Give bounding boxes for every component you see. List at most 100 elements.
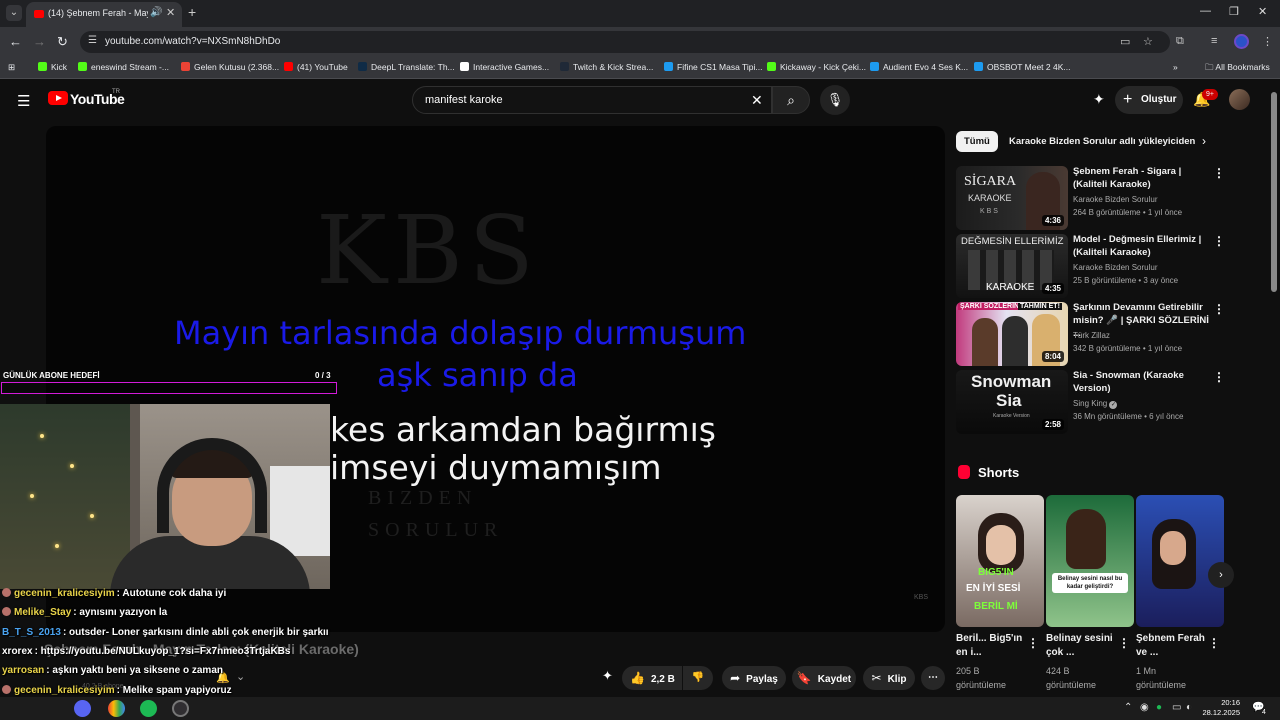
share-button[interactable]: ➦ Paylaş <box>722 666 786 690</box>
more-vertical-icon[interactable]: ⋮ <box>1213 166 1225 180</box>
all-bookmarks[interactable]: 🗀 All Bookmarks <box>1205 62 1270 76</box>
new-tab-icon[interactable]: + <box>188 4 196 20</box>
short-thumbnail[interactable]: BIG5'IN EN İYİ SESİ BERİL Mİ <box>956 495 1044 627</box>
tray-discord-icon[interactable]: ◉ <box>1140 702 1149 713</box>
forward-icon[interactable]: → <box>33 34 46 49</box>
tray-network-icon[interactable]: ▭ <box>1172 702 1181 713</box>
video-title[interactable]: Sia - Snowman (Karaoke Version) <box>1073 369 1213 395</box>
bookmarks-overflow-icon[interactable]: » <box>1173 62 1178 72</box>
shorts-heading-label: Shorts <box>978 465 1020 480</box>
window-close-icon[interactable]: ✕ <box>1258 5 1267 18</box>
more-vertical-icon[interactable]: ⋮ <box>1118 636 1130 650</box>
obs-app-icon[interactable] <box>172 700 189 717</box>
save-button[interactable]: 🔖 Kaydet <box>792 666 856 690</box>
search-input[interactable]: manifest karoke ✕ <box>412 86 772 114</box>
lyric-line-current-2: aşk sanıp da <box>377 356 578 394</box>
shorts-heading: Shorts <box>958 465 1019 480</box>
extensions-icon[interactable]: ⧉ <box>1176 35 1184 48</box>
discord-app-icon[interactable] <box>74 700 91 717</box>
more-vertical-icon[interactable]: ⋮ <box>1027 636 1039 650</box>
avatar[interactable] <box>1229 89 1250 110</box>
bookmark-item[interactable]: DeepL Translate: Th... <box>358 62 455 72</box>
bookmark-item[interactable]: Fifine CS1 Masa Tipi... <box>664 62 763 72</box>
tray-volume-icon[interactable]: ◐ <box>1186 702 1192 713</box>
chrome-app-icon[interactable] <box>108 700 125 717</box>
speaker-icon[interactable]: 🔊 <box>150 7 162 18</box>
thumb-text: BERİL Mİ <box>974 601 1018 612</box>
bookmark-item[interactable]: Kick <box>38 62 67 72</box>
close-tab-icon[interactable]: ✕ <box>166 6 175 19</box>
bookmark-item[interactable]: OBSBOT Meet 2 4K... <box>974 62 1070 72</box>
back-icon[interactable]: ← <box>9 34 22 49</box>
bookmark-item[interactable]: Audient Evo 4 Ses K... <box>870 62 968 72</box>
short-thumbnail[interactable]: Belinay sesini nasıl bu kadar geliştirdi… <box>1046 495 1134 627</box>
tab-search-icon[interactable]: ⌄ <box>6 5 22 21</box>
ask-sparkle-icon[interactable]: ✦ <box>602 668 613 684</box>
video-thumbnail[interactable]: ŞARKI SÖZLERİNİ TAHMİN ET! 8:04 <box>956 302 1068 366</box>
more-vertical-icon[interactable]: ⋮ <box>1208 636 1220 650</box>
bookmark-item[interactable]: eneswind Stream -... <box>78 62 169 72</box>
clear-search-icon[interactable]: ✕ <box>751 92 763 109</box>
chat-badge-icon <box>2 685 11 694</box>
dislike-button[interactable]: 👎 <box>683 666 713 690</box>
cast-icon[interactable]: ▭ <box>1120 35 1130 48</box>
channel-name[interactable]: Karaoke Bizden Sorulur <box>1073 263 1213 272</box>
tray-spotify-icon[interactable]: ● <box>1156 702 1162 713</box>
video-thumbnail[interactable]: DEĞMESİN ELLERİMİZ KARAOKE 4:35 <box>956 234 1068 298</box>
microphone-icon: 🎙 <box>826 92 844 107</box>
chevron-right-icon[interactable]: › <box>1202 134 1206 148</box>
shorts-next-button[interactable]: › <box>1208 562 1234 588</box>
tray-chevron-up-icon[interactable]: ⌃ <box>1124 702 1132 713</box>
like-button[interactable]: 👍 2,2 B <box>622 666 682 690</box>
recommended-video[interactable]: ŞARKI SÖZLERİNİ TAHMİN ET! 8:04 Şarkının… <box>956 302 1228 366</box>
more-vertical-icon[interactable]: ⋮ <box>1213 370 1225 384</box>
search-button[interactable]: ⌕ <box>772 86 810 114</box>
recommended-video[interactable]: DEĞMESİN ELLERİMİZ KARAOKE 4:35 Model - … <box>956 234 1228 298</box>
create-sparkle-icon[interactable]: ✦ <box>1093 91 1105 108</box>
system-clock[interactable]: 20:16 28.12.2025 <box>1196 698 1240 718</box>
bookmark-item[interactable]: Interactive Games... <box>460 62 549 72</box>
site-info-icon[interactable]: ☰ <box>88 35 97 46</box>
video-title[interactable]: Şebnem Ferah - Sigara | (Kaliteli Karaok… <box>1073 165 1213 191</box>
video-title[interactable]: Model - Değmesin Ellerimiz | (Kaliteli K… <box>1073 233 1213 259</box>
bookmark-star-icon[interactable]: ☆ <box>1143 35 1153 48</box>
video-thumbnail[interactable]: SİGARA KARAOKE K B S 4:36 <box>956 166 1068 230</box>
hamburger-menu-icon[interactable]: ☰ <box>17 92 30 110</box>
channel-name[interactable]: Karaoke Bizden Sorulur <box>1073 195 1213 204</box>
clip-button[interactable]: ✂ Klip <box>863 666 915 690</box>
apps-grid-icon[interactable]: ⊞ <box>8 62 15 73</box>
address-bar[interactable]: ☰ youtube.com/watch?v=NXSmN8hDhDo ▭ ☆ <box>80 31 1170 53</box>
short-title[interactable]: Belinay sesini çok ... <box>1046 632 1116 660</box>
bookmark-item[interactable]: Twitch & Kick Strea... <box>560 62 653 72</box>
tree-light <box>40 434 44 438</box>
media-control-icon[interactable]: ≡ <box>1211 35 1217 47</box>
bookmark-item[interactable]: (41) YouTube <box>284 62 348 72</box>
recommended-video[interactable]: Snowman Sia Karaoke Version 2:58 Sia - S… <box>956 370 1228 434</box>
bookmark-item[interactable]: Kickaway - Kick Çeki... <box>767 62 866 72</box>
recommended-video[interactable]: SİGARA KARAOKE K B S 4:36 Şebnem Ferah -… <box>956 166 1228 230</box>
short-title[interactable]: Şebnem Ferah ve ... <box>1136 632 1206 660</box>
create-button[interactable]: + Oluştur <box>1115 86 1183 114</box>
channel-name[interactable]: Türk Zillaz <box>1073 331 1213 340</box>
reload-icon[interactable]: ↻ <box>57 34 68 50</box>
chat-message: Melike_Stay: aynısını yazıyon la <box>2 607 382 618</box>
bookmark-item[interactable]: Gelen Kutusu (2.368... <box>181 62 279 72</box>
short-title[interactable]: Beril... Big5'ın en i... <box>956 632 1026 660</box>
browser-tab-active[interactable]: (14) Şebnem Ferah - Mayın 🔊 ✕ <box>26 2 182 27</box>
minimize-icon[interactable]: — <box>1200 5 1211 17</box>
chip-all[interactable]: Tümü <box>956 131 998 152</box>
menu-kebab-icon[interactable]: ⋮ <box>1262 35 1273 48</box>
channel-name[interactable]: Sing King ✓ <box>1073 399 1213 409</box>
short-thumbnail[interactable] <box>1136 495 1224 627</box>
voice-search-button[interactable]: 🎙 <box>820 85 850 115</box>
more-actions-button[interactable]: ⋯ <box>921 666 945 690</box>
video-thumbnail[interactable]: Snowman Sia Karaoke Version 2:58 <box>956 370 1068 434</box>
chip-from-uploader[interactable]: Karaoke Bizden Sorulur adlı yükleyiciden <box>1001 131 1203 152</box>
more-vertical-icon[interactable]: ⋮ <box>1213 302 1225 316</box>
page-scrollbar[interactable] <box>1271 92 1277 292</box>
more-vertical-icon[interactable]: ⋮ <box>1213 234 1225 248</box>
browser-profile-avatar[interactable] <box>1234 34 1249 49</box>
kbs-watermark: KBS <box>316 196 540 306</box>
restore-icon[interactable]: ❐ <box>1229 5 1239 18</box>
spotify-app-icon[interactable] <box>140 700 157 717</box>
